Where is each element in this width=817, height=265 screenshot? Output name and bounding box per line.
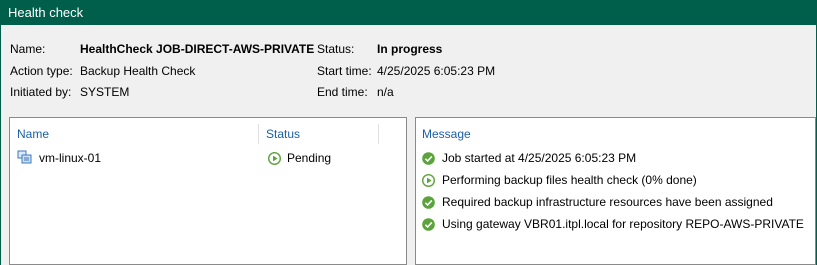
message-text: Using gateway VBR01.itpl.local for repos… [442, 217, 804, 231]
start-time-label: Start time: [317, 64, 372, 78]
column-separator[interactable] [378, 124, 379, 144]
name-value: HealthCheck JOB-DIRECT-AWS-PRIVATE [80, 42, 315, 56]
objects-list-pane[interactable]: Name Status vm-linux-01 Pending [9, 117, 407, 265]
start-time-value: 4/25/2025 6:05:23 PM [377, 64, 496, 78]
message-item: Performing backup files health check (0%… [421, 171, 812, 189]
message-item: Job started at 4/25/2025 6:05:23 PM [422, 149, 812, 167]
column-header-message[interactable]: Message [422, 126, 471, 142]
vm-name: vm-linux-01 [39, 151, 102, 165]
message-item: Using gateway VBR01.itpl.local for repos… [422, 215, 812, 233]
success-check-icon [422, 196, 435, 209]
message-item: Required backup infrastructure resources… [422, 193, 812, 211]
initiated-by-value: SYSTEM [80, 85, 130, 99]
vm-icon [17, 150, 32, 165]
action-type-label: Action type: [10, 64, 73, 78]
end-time-label: End time: [317, 85, 368, 99]
window-title: Health check [0, 0, 817, 25]
status-value: In progress [377, 42, 443, 56]
in-progress-play-icon [421, 173, 436, 188]
vm-status: Pending [287, 151, 332, 165]
table-row[interactable]: vm-linux-01 Pending [17, 149, 397, 167]
end-time-value: n/a [377, 85, 394, 99]
status-label: Status: [317, 42, 355, 56]
success-check-icon [422, 152, 435, 165]
column-header-name[interactable]: Name [17, 126, 49, 142]
initiated-by-label: Initiated by: [10, 85, 72, 99]
message-text: Job started at 4/25/2025 6:05:23 PM [442, 151, 637, 165]
messages-pane[interactable]: Message Job started at 4/25/2025 6:05:23… [415, 117, 816, 265]
window-border-left [0, 25, 1, 265]
play-circle-icon [267, 151, 282, 166]
success-check-icon [422, 218, 435, 231]
column-separator[interactable] [258, 124, 259, 144]
message-text: Required backup infrastructure resources… [442, 195, 773, 209]
name-label: Name: [10, 42, 46, 56]
column-header-status[interactable]: Status [266, 126, 300, 142]
action-type-value: Backup Health Check [80, 64, 196, 78]
message-text: Performing backup files health check (0%… [442, 173, 697, 187]
